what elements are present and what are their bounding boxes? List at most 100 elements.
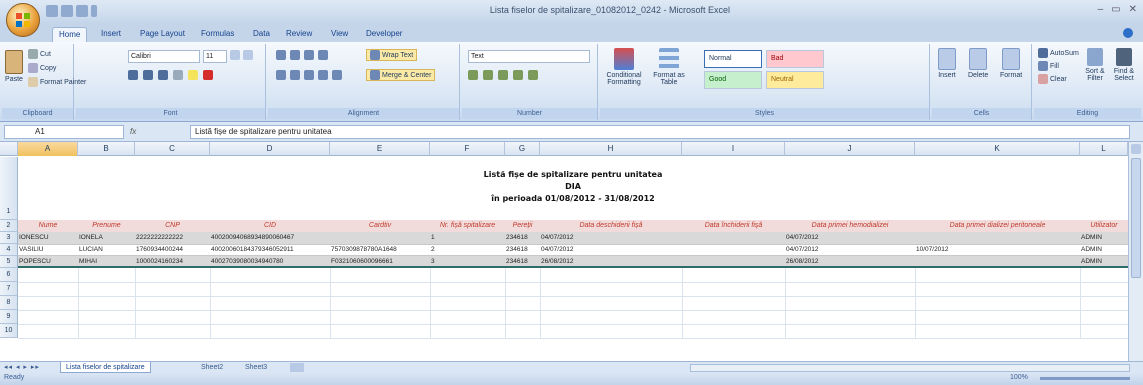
align-right-icon[interactable] xyxy=(304,70,314,80)
italic-icon[interactable] xyxy=(143,70,153,80)
column-header-c[interactable]: C xyxy=(135,142,210,156)
cell-prenume[interactable]: LUCIAN xyxy=(78,244,135,256)
cell-nume[interactable]: POPESCU xyxy=(18,256,78,268)
format-as-table-button[interactable]: Format as Table xyxy=(648,48,690,86)
tab-page-layout[interactable]: Page Layout xyxy=(134,27,191,42)
header-cell[interactable]: Data primei hemodializei xyxy=(785,220,915,232)
header-cell[interactable]: CID xyxy=(210,220,330,232)
cell-data-hemodializei[interactable]: 04/07/2012 xyxy=(785,244,915,256)
column-header-d[interactable]: D xyxy=(210,142,330,156)
cell-cardtiv[interactable] xyxy=(330,232,430,244)
row-header-5[interactable]: 5 xyxy=(0,256,18,268)
column-header-f[interactable]: F xyxy=(430,142,505,156)
cell-utilizator[interactable]: ADMIN xyxy=(1080,256,1128,268)
style-neutral[interactable]: Neutral xyxy=(766,71,824,89)
tab-review[interactable]: Review xyxy=(280,27,318,42)
clear-button[interactable]: Clear xyxy=(1038,74,1067,84)
insert-sheet-icon[interactable] xyxy=(290,363,304,372)
row-header-6[interactable]: 6 xyxy=(0,268,18,282)
cell-data-dializei[interactable]: 10/07/2012 xyxy=(915,244,1080,256)
column-header-e[interactable]: E xyxy=(330,142,430,156)
column-header-a[interactable]: A xyxy=(18,142,78,156)
cell-cardtiv[interactable]: 7570309878780A1648 xyxy=(330,244,430,256)
cell-data-deschiderii[interactable]: 26/08/2012 xyxy=(540,256,682,268)
cell-data-deschiderii[interactable]: 04/07/2012 xyxy=(540,244,682,256)
insert-function-button[interactable]: fx xyxy=(130,125,188,139)
column-header-j[interactable]: J xyxy=(785,142,915,156)
cell-nr-fisa[interactable]: 1 xyxy=(430,232,505,244)
row-header-9[interactable]: 9 xyxy=(0,310,18,324)
sort-filter-button[interactable]: Sort & Filter xyxy=(1082,48,1108,82)
cell-cid[interactable]: 40020060184379346052911 xyxy=(210,244,330,256)
worksheet-grid[interactable]: A B C D E F G H I J K L 1 2 3 4 5 6 7 8 … xyxy=(0,142,1143,370)
number-format-select[interactable]: Text xyxy=(468,50,590,63)
header-cell[interactable]: Nr. fișă spitalizare xyxy=(430,220,505,232)
cell-prenume[interactable]: IONELA xyxy=(78,232,135,244)
cell-data-inchiderii[interactable] xyxy=(682,256,785,268)
header-cell[interactable]: Nume xyxy=(18,220,78,232)
comma-icon[interactable] xyxy=(498,70,508,80)
header-cell[interactable]: Pereții xyxy=(505,220,540,232)
close-button[interactable]: ✕ xyxy=(1129,4,1137,15)
header-cell[interactable]: Data închiderii fișă xyxy=(682,220,785,232)
tab-insert[interactable]: Insert xyxy=(95,27,127,42)
cell-prenume[interactable]: MIHAI xyxy=(78,256,135,268)
header-cell[interactable]: Cardtiv xyxy=(330,220,430,232)
row-header-1[interactable]: 1 xyxy=(0,157,18,220)
row-header-8[interactable]: 8 xyxy=(0,296,18,310)
office-button[interactable] xyxy=(6,3,40,37)
cell-data-hemodializei[interactable]: 04/07/2012 xyxy=(785,232,915,244)
row-header-3[interactable]: 3 xyxy=(0,232,18,244)
column-header-h[interactable]: H xyxy=(540,142,682,156)
scroll-up-icon[interactable] xyxy=(1131,144,1141,154)
fill-button[interactable]: Fill xyxy=(1038,61,1059,71)
sheet-tab-1[interactable]: Lista fiselor de spitalizare xyxy=(60,362,151,373)
cell-cid[interactable]: 40027039080034940780 xyxy=(210,256,330,268)
minimize-button[interactable]: – xyxy=(1098,4,1104,15)
cell-data-dializei[interactable] xyxy=(915,232,1080,244)
shrink-font-button[interactable] xyxy=(243,50,253,60)
cell-cnp[interactable]: 2222222222222 xyxy=(135,232,210,244)
bold-icon[interactable] xyxy=(128,70,138,80)
select-all-corner[interactable] xyxy=(0,142,18,156)
column-header-l[interactable]: L xyxy=(1080,142,1128,156)
redo-icon[interactable] xyxy=(76,5,88,17)
tab-view[interactable]: View xyxy=(325,27,354,42)
tab-formulas[interactable]: Formulas xyxy=(195,27,240,42)
report-title-cell[interactable]: Listă fișe de spitalizare pentru unitate… xyxy=(18,157,1128,219)
cell-utilizator[interactable]: ADMIN xyxy=(1080,244,1128,256)
style-normal[interactable]: Normal xyxy=(704,50,762,68)
insert-cells-button[interactable]: Insert xyxy=(938,48,956,79)
maximize-button[interactable]: ▭ xyxy=(1111,4,1120,15)
sheet-nav-icon[interactable]: ◂◂ ◂ ▸ ▸▸ xyxy=(4,363,40,371)
cell-utilizator[interactable]: ADMIN xyxy=(1080,232,1128,244)
column-header-b[interactable]: B xyxy=(78,142,135,156)
cell-cardtiv[interactable]: F0321060600096661 xyxy=(330,256,430,268)
header-cell[interactable]: CNP xyxy=(135,220,210,232)
style-bad[interactable]: Bad xyxy=(766,50,824,68)
cell-data-hemodializei[interactable]: 26/08/2012 xyxy=(785,256,915,268)
align-middle-icon[interactable] xyxy=(290,50,300,60)
underline-icon[interactable] xyxy=(158,70,168,80)
find-select-button[interactable]: Find & Select xyxy=(1110,48,1138,82)
copy-button[interactable]: Copy xyxy=(28,63,56,73)
percent-icon[interactable] xyxy=(483,70,493,80)
cell-nume[interactable]: VASILIU xyxy=(18,244,78,256)
horizontal-scrollbar[interactable] xyxy=(690,364,1130,372)
align-bottom-icon[interactable] xyxy=(304,50,314,60)
help-icon[interactable] xyxy=(1123,28,1133,38)
cell-nume[interactable]: IONESCU xyxy=(18,232,78,244)
cell-cnp[interactable]: 1760934400244 xyxy=(135,244,210,256)
paste-button[interactable]: Paste xyxy=(5,50,23,83)
cell-data-deschiderii[interactable]: 04/07/2012 xyxy=(540,232,682,244)
cell-nr-fisa[interactable]: 2 xyxy=(430,244,505,256)
orientation-icon[interactable] xyxy=(318,50,328,60)
sheet-tab-3[interactable]: Sheet3 xyxy=(240,362,272,373)
delete-cells-button[interactable]: Delete xyxy=(968,48,988,79)
cell-data-inchiderii[interactable] xyxy=(682,244,785,256)
align-top-icon[interactable] xyxy=(276,50,286,60)
column-header-g[interactable]: G xyxy=(505,142,540,156)
cell-peretii[interactable]: 234618 xyxy=(505,244,540,256)
decrease-indent-icon[interactable] xyxy=(318,70,328,80)
row-header-2[interactable]: 2 xyxy=(0,220,18,232)
